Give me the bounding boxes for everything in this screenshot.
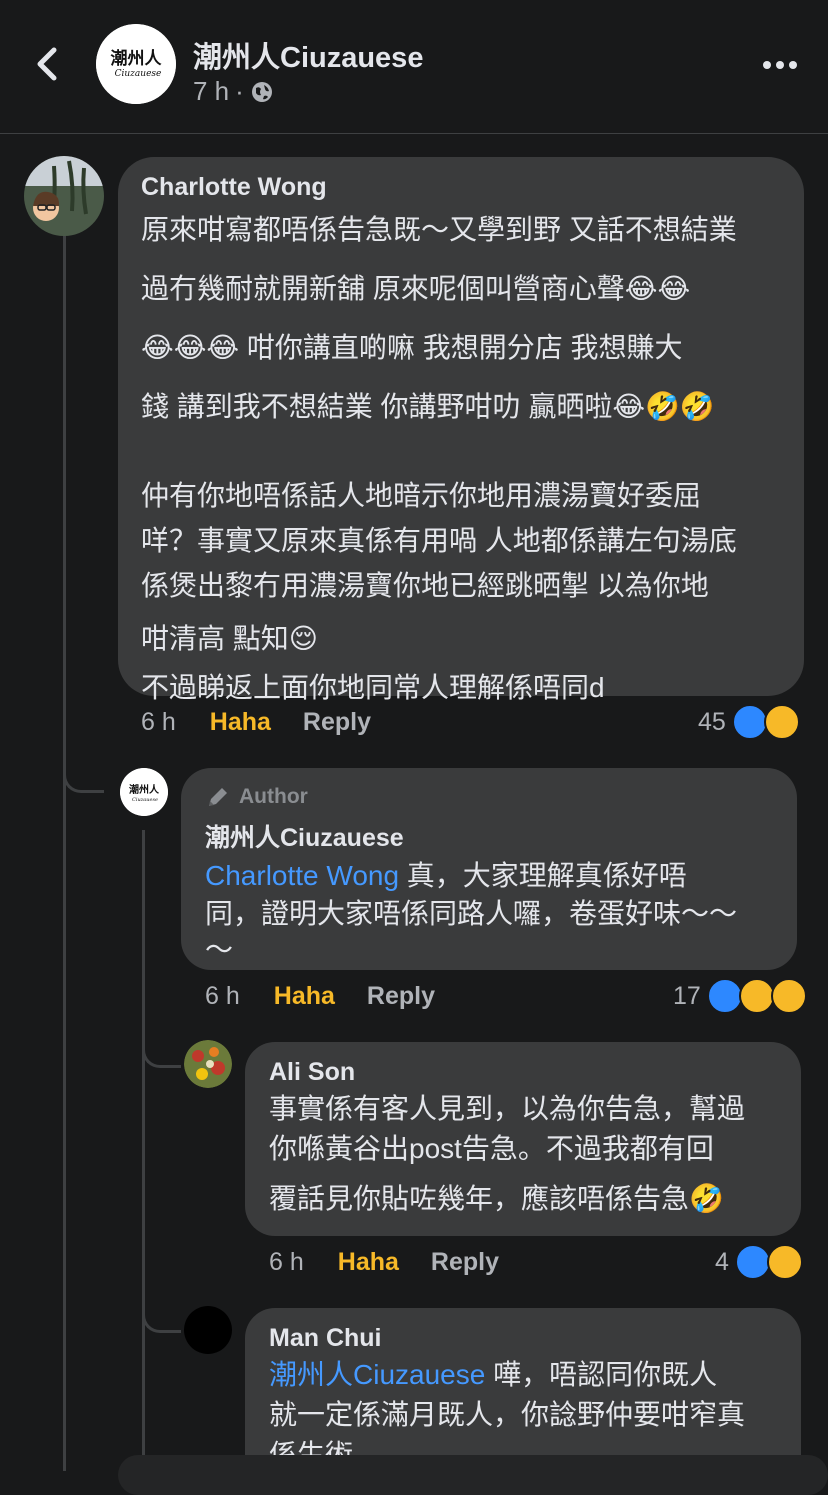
chevron-left-icon (37, 47, 57, 81)
like-icon (706, 978, 743, 1014)
page-logo: 潮州人 Ciuzauese (96, 24, 176, 104)
comment-text: 原來咁寫都唔係告急既～又學到野 又話不想結業 過冇幾耐就開新舖 原來呢個叫營商心… (141, 216, 804, 714)
post-time[interactable]: 7 h (193, 76, 229, 107)
comment-text: 潮州人Ciuzauese 嘩，唔認同你既人 就一定係滿月既人，你諗野仲要咁窄真 … (269, 1361, 801, 1469)
meta-separator: · (235, 76, 244, 106)
comment-author[interactable]: Charlotte Wong (141, 173, 804, 202)
more-dots-icon (763, 61, 797, 69)
comment-text: Charlotte Wong 真，大家理解真係好唔 同，證明大家唔係同路人囉，卷… (205, 862, 797, 964)
comment-author[interactable]: 潮州人Ciuzauese (205, 818, 797, 854)
thread-line (63, 234, 66, 1471)
reaction-summary[interactable]: 45 (698, 704, 800, 740)
globe-icon (251, 81, 272, 102)
comment-bubble: Author 潮州人Ciuzauese Charlotte Wong 真，大家理… (181, 768, 797, 970)
haha-icon (763, 704, 800, 740)
comment-line: 就一定係滿月既人，你諗野仲要咁窄真 (269, 1399, 746, 1430)
mention-link[interactable]: 潮州人Ciuzauese (269, 1359, 485, 1390)
svg-text:Ciuzauese: Ciuzauese (115, 69, 162, 79)
avatar[interactable] (184, 1306, 232, 1354)
comment-line-blank (141, 452, 804, 482)
thread-elbow (142, 1020, 181, 1068)
haha-button[interactable]: Haha (210, 708, 271, 737)
comment-bubble: Ali Son 事實係有客人見到，以為你告急，幫過 你喺黃谷出post告急。不過… (245, 1042, 801, 1236)
page-logo-small: 潮州人 Ciuzauese (120, 768, 168, 816)
author-badge-label: Author (239, 785, 308, 808)
comment-line: Charlotte Wong 真，大家理解真係好唔 (205, 862, 797, 900)
comment-text: 事實係有客人見到，以為你告急，幫過 你喺黃谷出post告急。不過我都有回 覆話見… (269, 1095, 801, 1213)
comment-composer[interactable] (118, 1455, 828, 1495)
back-button[interactable] (30, 42, 64, 86)
comment-line: 你喺黃谷出post告急。不過我都有回 (269, 1133, 714, 1164)
svg-text:潮州人: 潮州人 (129, 783, 160, 796)
thread-elbow (142, 1285, 181, 1333)
haha-icon (738, 978, 775, 1014)
comment-time[interactable]: 6 h (141, 708, 176, 737)
svg-text:潮州人: 潮州人 (111, 48, 163, 69)
comment-actions: 6 h Haha Reply (205, 982, 435, 1011)
thread-line-nested (142, 830, 145, 1471)
like-icon (731, 704, 768, 740)
pen-icon (209, 788, 227, 806)
comment-author[interactable]: Ali Son (269, 1058, 801, 1087)
avatar-image (24, 156, 104, 236)
comment-line: 咁清高 點知😌 (141, 623, 318, 654)
more-options-button[interactable] (760, 50, 800, 80)
comment-line: 係煲出黎冇用濃湯寶你地已經跳晒掣 以為你地 (141, 570, 709, 601)
post-header: 潮州人 Ciuzauese 潮州人Ciuzauese 7 h · (0, 0, 828, 134)
haha-button[interactable]: Haha (338, 1248, 399, 1277)
reaction-count: 17 (673, 981, 701, 1010)
post-meta: 7 h · (193, 76, 274, 107)
haha-icon (766, 1244, 803, 1280)
page-name[interactable]: 潮州人Ciuzauese (193, 34, 423, 76)
comment-line: 原來咁寫都唔係告急既～又學到野 又話不想結業 (141, 214, 737, 245)
comment-line: 錢 講到我不想結業 你講野咁叻 贏晒啦😂🤣🤣 (141, 391, 715, 422)
reaction-summary[interactable]: 17 (673, 978, 807, 1014)
comment-line: 潮州人Ciuzauese 嘩，唔認同你既人 (269, 1361, 801, 1401)
reaction-summary[interactable]: 4 (715, 1244, 803, 1280)
avatar[interactable] (184, 1040, 232, 1088)
comment-line: 覆話見你貼咗幾年，應該唔係告急🤣 (269, 1183, 724, 1214)
comment-author[interactable]: Man Chui (269, 1324, 801, 1353)
comment-line: 咩？事實又原來真係有用喎 人地都係講左句湯底 (141, 525, 737, 556)
comment-line: 事實係有客人見到，以為你告急，幫過 (269, 1093, 746, 1124)
comment-line-rest: 嘩，唔認同你既人 (485, 1359, 718, 1390)
reply-button[interactable]: Reply (303, 708, 371, 737)
reaction-count: 4 (715, 1247, 729, 1276)
thread-elbow (63, 740, 104, 793)
comment-time[interactable]: 6 h (269, 1248, 304, 1277)
mention-link[interactable]: Charlotte Wong (205, 860, 399, 891)
reply-button[interactable]: Reply (431, 1248, 499, 1277)
comment-line: 同，證明大家唔係同路人囉，卷蛋好味～～ (205, 898, 738, 929)
comment-line: 仲有你地唔係話人地暗示你地用濃湯寶好委屈 (141, 480, 702, 511)
avatar[interactable]: 潮州人 Ciuzauese (120, 768, 168, 816)
like-icon (734, 1244, 771, 1280)
comment-bubble: Charlotte Wong 原來咁寫都唔係告急既～又學到野 又話不想結業 過冇… (118, 157, 804, 702)
avatar[interactable] (24, 156, 104, 236)
comment-line-rest: 真，大家理解真係好唔 (399, 860, 687, 891)
haha-button[interactable]: Haha (274, 982, 335, 1011)
page-avatar[interactable]: 潮州人 Ciuzauese (96, 24, 176, 104)
comment-line: ～ (205, 934, 234, 965)
avatar-image (184, 1040, 232, 1088)
author-badge: Author (205, 784, 797, 810)
reaction-count: 45 (698, 707, 726, 736)
comment-actions: 6 h Haha Reply (269, 1248, 499, 1277)
reply-button[interactable]: Reply (367, 982, 435, 1011)
comment-time[interactable]: 6 h (205, 982, 240, 1011)
comment-line: 過冇幾耐就開新舖 原來呢個叫營商心聲😂😂 (141, 273, 691, 304)
comment-actions: 6 h Haha Reply (141, 708, 371, 737)
svg-text:Ciuzauese: Ciuzauese (132, 797, 158, 803)
care-icon (770, 978, 807, 1014)
comment-line: 😂😂😂 咁你講直啲嘛 我想開分店 我想賺大 (141, 332, 683, 363)
